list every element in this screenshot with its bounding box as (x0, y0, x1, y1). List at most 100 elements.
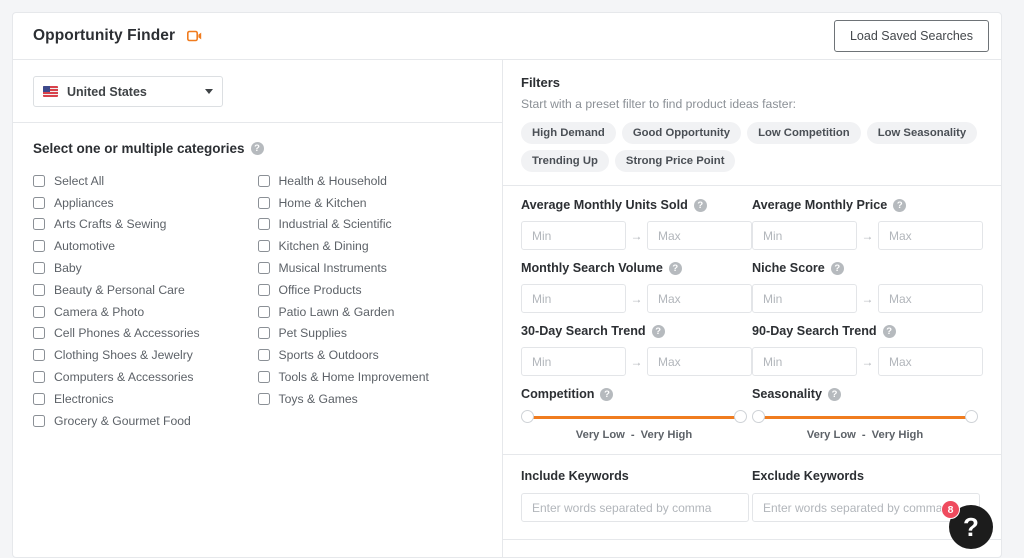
preset-chip[interactable]: Low Competition (747, 122, 861, 144)
checkbox[interactable] (33, 218, 45, 231)
category-checkbox-item[interactable]: Home & Kitchen (257, 192, 483, 214)
category-checkbox-item[interactable]: Baby (33, 257, 258, 279)
category-checkbox-item[interactable]: Computers & Accessories (33, 366, 258, 388)
category-checkbox-item[interactable]: Clothing Shoes & Jewelry (33, 344, 258, 366)
card-header: Opportunity Finder Load Saved Searches (13, 13, 1001, 60)
range-arrow-icon: → (861, 291, 874, 306)
category-checkbox-item[interactable]: Toys & Games (257, 388, 483, 410)
range-min-input[interactable] (752, 347, 857, 376)
checkbox[interactable] (257, 174, 270, 187)
checkbox[interactable] (33, 262, 45, 275)
country-select[interactable]: United States (33, 76, 223, 107)
range-max-input[interactable] (647, 221, 752, 250)
category-checkbox-item[interactable]: Tools & Home Improvement (257, 366, 483, 388)
slider-handle-low[interactable] (752, 410, 765, 423)
preset-chip[interactable]: Strong Price Point (614, 150, 736, 172)
category-label: Computers & Accessories (54, 370, 194, 385)
preset-chip[interactable]: Trending Up (521, 150, 609, 172)
category-checkbox-item[interactable]: Grocery & Gourmet Food (33, 410, 258, 432)
checkbox[interactable] (33, 305, 45, 318)
category-checkbox-item[interactable]: Health & Household (257, 170, 483, 192)
category-checkbox-item[interactable]: Kitchen & Dining (257, 235, 483, 257)
range-max-input[interactable] (878, 221, 983, 250)
help-icon[interactable]: ? (668, 261, 682, 275)
range-min-input[interactable] (521, 347, 626, 376)
checkbox[interactable] (33, 283, 45, 296)
category-checkbox-item[interactable]: Patio Lawn & Garden (257, 301, 483, 323)
category-checkbox-item[interactable]: Cell Phones & Accessories (33, 323, 258, 345)
checkbox[interactable] (33, 371, 45, 384)
slider-handle-high[interactable] (734, 410, 747, 423)
checkbox[interactable] (257, 218, 270, 231)
range-slider[interactable]: Very Low - Very High (521, 410, 747, 441)
checkbox[interactable] (33, 392, 45, 405)
checkbox[interactable] (33, 240, 45, 253)
category-checkbox-item[interactable]: Beauty & Personal Care (33, 279, 258, 301)
checkbox[interactable] (257, 196, 270, 209)
category-checkbox-item[interactable]: Sports & Outdoors (257, 344, 483, 366)
range-max-input[interactable] (647, 284, 752, 313)
checkbox[interactable] (257, 262, 270, 275)
slider-legend: Very Low - Very High (752, 429, 978, 441)
category-checkbox-item[interactable]: Pet Supplies (257, 323, 483, 345)
help-icon[interactable]: ? (693, 198, 707, 212)
checkbox[interactable] (33, 349, 45, 362)
help-icon[interactable]: ? (830, 261, 844, 275)
preset-chip[interactable]: Good Opportunity (621, 122, 742, 144)
category-checkbox-item[interactable]: Automotive (33, 235, 258, 257)
slider-track[interactable] (521, 410, 747, 424)
preset-chip[interactable]: Low Seasonality (866, 122, 978, 144)
category-checkbox-item[interactable]: Arts Crafts & Sewing (33, 214, 258, 236)
bottom-divider (503, 539, 1001, 540)
checkbox[interactable] (33, 327, 45, 340)
category-checkbox-item[interactable]: Electronics (33, 388, 258, 410)
filters-subtitle: Start with a preset filter to find produ… (521, 97, 797, 111)
category-checkbox-item[interactable]: Select All (33, 170, 258, 192)
range-max-input[interactable] (878, 284, 983, 313)
checkbox[interactable] (257, 327, 270, 340)
range-min-input[interactable] (521, 284, 626, 313)
help-icon[interactable]: ? (893, 198, 907, 212)
slider-legend: Very Low - Very High (521, 429, 747, 441)
preset-chip[interactable]: High Demand (521, 122, 616, 144)
slider-low-label: Very Low (806, 429, 856, 441)
category-label: Tools & Home Improvement (278, 370, 429, 385)
slider-handle-high[interactable] (965, 410, 978, 423)
category-checkbox-item[interactable]: Office Products (257, 279, 483, 301)
checkbox[interactable] (257, 349, 270, 362)
checkbox[interactable] (33, 196, 45, 209)
category-checkbox-item[interactable]: Camera & Photo (33, 301, 258, 323)
help-widget-badge[interactable]: 8 (941, 500, 960, 519)
range-max-input[interactable] (647, 347, 752, 376)
range-max-input[interactable] (878, 347, 983, 376)
checkbox[interactable] (257, 240, 270, 253)
checkbox[interactable] (257, 392, 270, 405)
range-row: → (752, 221, 983, 250)
checkbox[interactable] (257, 305, 270, 318)
range-min-input[interactable] (752, 221, 857, 250)
slider-handle-low[interactable] (521, 410, 534, 423)
help-icon[interactable]: ? (828, 387, 841, 401)
checkbox[interactable] (33, 174, 45, 187)
range-min-input[interactable] (521, 221, 626, 250)
help-icon[interactable]: ? (600, 387, 614, 401)
category-checkbox-item[interactable]: Industrial & Scientific (257, 214, 483, 236)
category-checkbox-item[interactable]: Musical Instruments (257, 257, 483, 279)
range-slider[interactable]: Very Low - Very High (752, 410, 978, 441)
help-icon[interactable]: ? (651, 324, 665, 338)
category-checkbox-item[interactable]: Appliances (33, 192, 258, 214)
filter-range-group: 90-Day Search Trend? → (752, 324, 983, 376)
help-widget-glyph: ? (963, 511, 979, 542)
filter-range-group: Average Monthly Price? → (752, 198, 983, 250)
video-camera-icon[interactable] (187, 30, 202, 42)
slider-track[interactable] (752, 410, 978, 424)
checkbox[interactable] (257, 371, 270, 384)
help-icon[interactable]: ? (882, 324, 896, 338)
keywords-input[interactable] (521, 493, 749, 522)
load-saved-searches-button[interactable]: Load Saved Searches (833, 20, 989, 52)
range-min-input[interactable] (752, 284, 857, 313)
help-icon[interactable]: ? (250, 142, 264, 155)
checkbox[interactable] (257, 283, 270, 296)
checkbox[interactable] (33, 414, 45, 427)
filter-label-text: Seasonality (752, 387, 822, 401)
